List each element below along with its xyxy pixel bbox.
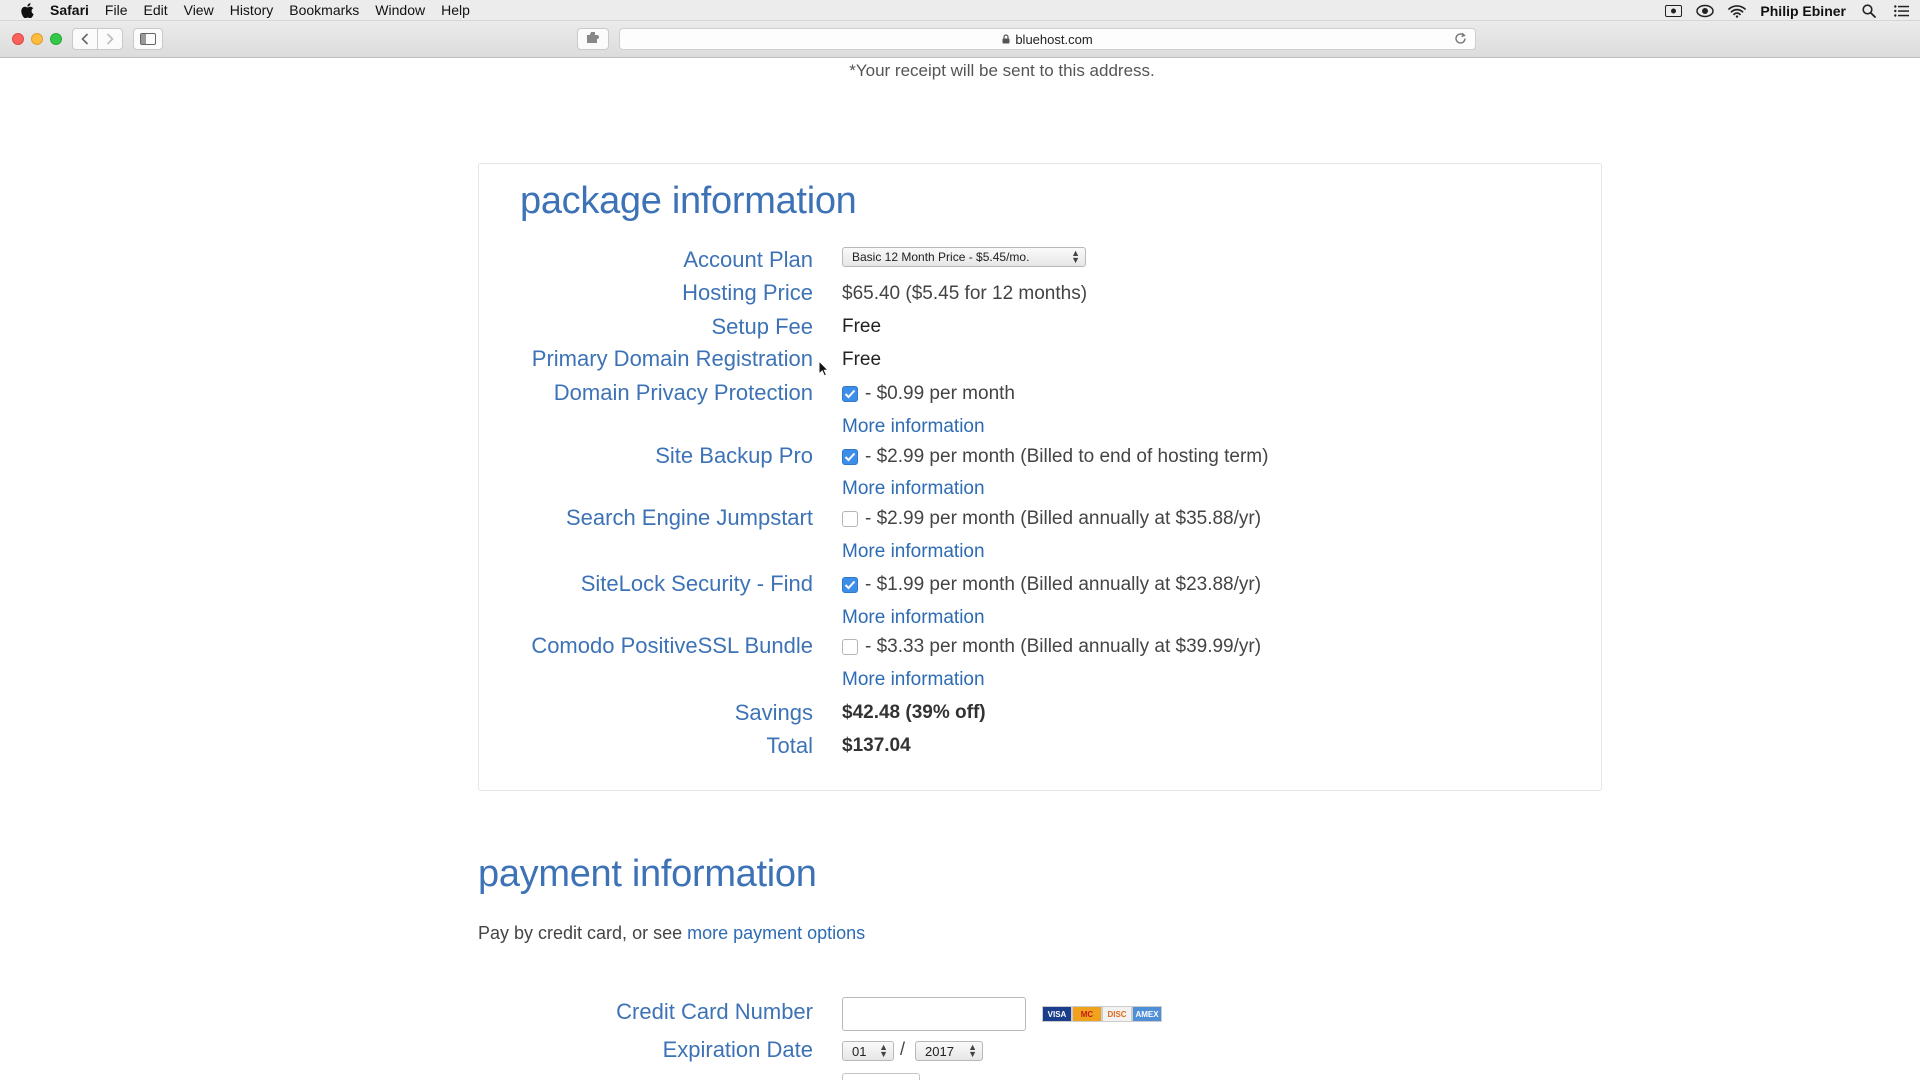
expiration-year-value: 2017	[925, 1043, 954, 1059]
sidebar-toggle-button[interactable]	[133, 28, 163, 50]
account-plan-select[interactable]: Basic 12 Month Price - $5.45/mo. ▲ ▼	[842, 247, 1086, 267]
more-payment-options-link[interactable]: more payment options	[687, 923, 865, 943]
comodo-ssl-checkbox[interactable]	[842, 639, 858, 655]
menu-history[interactable]: History	[230, 2, 274, 18]
eye-icon[interactable]	[1696, 3, 1715, 19]
sitelock-price: - $1.99 per month (Billed annually at $2…	[865, 574, 1262, 595]
search-jumpstart-more-info-link[interactable]: More information	[842, 541, 985, 563]
discover-card-icon: DISC	[1102, 1006, 1132, 1022]
expiration-date-label: Expiration Date	[662, 1037, 813, 1062]
comodo-ssl-option: - $3.33 per month (Billed annually at $3…	[842, 636, 1261, 658]
savings-value: $42.48 (39% off)	[842, 702, 986, 723]
zoom-window-button[interactable]	[50, 33, 62, 45]
sitelock-option: - $1.99 per month (Billed annually at $2…	[842, 574, 1261, 596]
menu-view[interactable]: View	[184, 2, 214, 18]
mastercard-icon: MC	[1072, 1006, 1102, 1022]
package-information-title: package information	[520, 180, 857, 222]
account-plan-label: Account Plan	[683, 247, 813, 272]
apple-icon[interactable]	[14, 2, 40, 18]
payment-note-text: Pay by credit card, or see	[478, 923, 688, 943]
chevron-right-icon	[106, 33, 114, 45]
expiration-separator: /	[900, 1039, 906, 1059]
comodo-ssl-price: - $3.33 per month (Billed annually at $3…	[865, 636, 1262, 657]
search-jumpstart-checkbox[interactable]	[842, 511, 858, 527]
site-backup-label: Site Backup Pro	[655, 443, 813, 468]
savings-label: Savings	[734, 700, 813, 725]
next-field-input[interactable]	[842, 1073, 920, 1080]
site-backup-checkbox[interactable]	[842, 449, 858, 465]
comodo-ssl-more-info-link[interactable]: More information	[842, 669, 985, 691]
browser-toolbar: bluehost.com	[0, 21, 1920, 58]
lock-icon	[1002, 34, 1010, 44]
search-jumpstart-label: Search Engine Jumpstart	[565, 505, 813, 530]
forward-button[interactable]	[97, 28, 123, 50]
notification-center-icon[interactable]	[1892, 3, 1910, 19]
payment-note: Pay by credit card, or see more payment …	[478, 923, 865, 944]
select-arrows-icon: ▲ ▼	[968, 1042, 977, 1059]
sitelock-more-info-link[interactable]: More information	[842, 607, 985, 629]
comodo-ssl-label: Comodo PositiveSSL Bundle	[531, 633, 813, 658]
accepted-cards: VISA MC DISC AMEX	[1042, 1006, 1162, 1022]
address-bar[interactable]: bluehost.com	[619, 28, 1476, 50]
expiration-month-select[interactable]: 01 ▲ ▼	[842, 1041, 894, 1061]
domain-privacy-option: - $0.99 per month	[842, 383, 1015, 405]
menu-window[interactable]: Window	[375, 2, 425, 18]
back-button[interactable]	[72, 28, 98, 50]
checkmark-icon	[844, 389, 856, 399]
domain-privacy-label: Domain Privacy Protection	[553, 380, 813, 405]
chevron-left-icon	[81, 33, 89, 45]
sitelock-label: SiteLock Security - Find	[580, 571, 813, 596]
setup-fee-label: Setup Fee	[711, 314, 813, 339]
menu-bookmarks[interactable]: Bookmarks	[289, 2, 359, 18]
address-text: bluehost.com	[1015, 31, 1093, 47]
domain-privacy-checkbox[interactable]	[842, 386, 858, 402]
domain-privacy-more-info-link[interactable]: More information	[842, 416, 985, 438]
domain-registration-value: Free	[842, 349, 882, 370]
reload-icon[interactable]	[1454, 32, 1467, 48]
search-jumpstart-option: - $2.99 per month (Billed annually at $3…	[842, 508, 1261, 530]
credit-card-number-input[interactable]	[842, 997, 1026, 1031]
menu-help[interactable]: Help	[441, 2, 470, 18]
screen-record-icon[interactable]	[1664, 3, 1682, 19]
setup-fee-value: Free	[842, 316, 882, 337]
select-arrows-icon: ▲ ▼	[1071, 248, 1080, 265]
spotlight-search-icon[interactable]	[1860, 3, 1878, 19]
user-name[interactable]: Philip Ebiner	[1760, 3, 1846, 19]
hosting-price-label: Hosting Price	[682, 280, 813, 305]
site-backup-option: - $2.99 per month (Billed to end of host…	[842, 446, 1268, 468]
site-backup-more-info-link[interactable]: More information	[842, 478, 985, 500]
payment-information-title: payment information	[478, 853, 817, 895]
total-label: Total	[766, 733, 813, 758]
minimize-window-button[interactable]	[31, 33, 43, 45]
account-plan-value: Basic 12 Month Price - $5.45/mo.	[852, 250, 1030, 264]
menu-app-name[interactable]: Safari	[50, 2, 89, 18]
search-jumpstart-price: - $2.99 per month (Billed annually at $3…	[865, 508, 1262, 529]
amex-card-icon: AMEX	[1132, 1006, 1162, 1022]
menu-bar: Safari File Edit View History Bookmarks …	[0, 0, 1920, 21]
receipt-note: *Your receipt will be sent to this addre…	[849, 61, 1155, 80]
credit-card-number-label: Credit Card Number	[616, 999, 813, 1024]
hosting-price-value: $65.40 ($5.45 for 12 months)	[842, 283, 1088, 304]
extension-button[interactable]	[577, 28, 609, 50]
close-window-button[interactable]	[12, 33, 24, 45]
expiration-month-value: 01	[852, 1043, 867, 1059]
mouse-cursor-icon	[818, 359, 830, 382]
visa-card-icon: VISA	[1042, 1006, 1072, 1022]
site-backup-price: - $2.99 per month (Billed to end of host…	[865, 446, 1269, 467]
status-area: Philip Ebiner	[1664, 0, 1910, 21]
wifi-icon[interactable]	[1728, 3, 1747, 19]
sitelock-checkbox[interactable]	[842, 577, 858, 593]
sidebar-icon	[140, 33, 156, 45]
domain-registration-label: Primary Domain Registration	[531, 346, 813, 371]
expiration-year-select[interactable]: 2017 ▲ ▼	[915, 1041, 983, 1061]
menu-edit[interactable]: Edit	[143, 2, 167, 18]
total-value: $137.04	[842, 735, 911, 756]
checkmark-icon	[844, 580, 856, 590]
select-arrows-icon: ▲ ▼	[879, 1042, 888, 1059]
domain-privacy-price: - $0.99 per month	[865, 383, 1015, 404]
puzzle-icon	[587, 32, 599, 43]
menu-file[interactable]: File	[105, 2, 128, 18]
checkmark-icon	[844, 452, 856, 462]
